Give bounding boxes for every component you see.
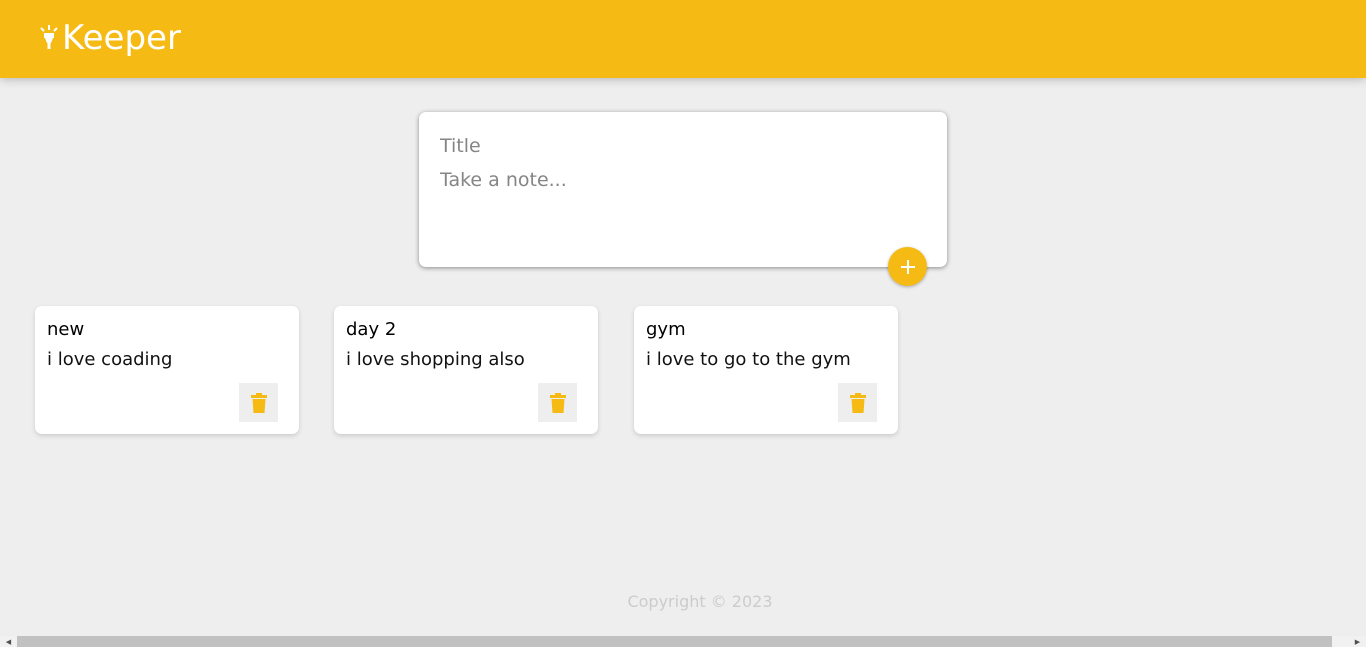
scrollbar-thumb[interactable]	[17, 636, 1332, 647]
highlight-lamp-icon	[40, 25, 58, 49]
note-content: i love shopping also	[346, 349, 525, 370]
note-content: i love to go to the gym	[646, 349, 851, 370]
note-content: i love coading	[47, 349, 173, 370]
delete-note-button[interactable]	[838, 383, 877, 422]
note-card: new i love coading	[35, 306, 299, 434]
scroll-left-arrow-icon[interactable]: ◀	[0, 636, 17, 647]
page-footer: Copyright © 2023	[0, 592, 1366, 611]
delete-note-button[interactable]	[239, 383, 278, 422]
delete-note-button[interactable]	[538, 383, 577, 422]
scroll-right-arrow-icon[interactable]: ▶	[1349, 636, 1366, 647]
trash-icon	[849, 392, 866, 413]
plus-icon	[900, 259, 915, 274]
add-note-button[interactable]	[888, 247, 927, 286]
trash-icon	[549, 392, 566, 413]
note-card: day 2 i love shopping also	[334, 306, 598, 434]
brand-logo: Keeper	[38, 19, 181, 57]
copyright-text: Copyright © 2023	[627, 592, 773, 611]
horizontal-scrollbar[interactable]: ◀ ▶	[0, 636, 1366, 647]
note-title: day 2	[346, 319, 397, 340]
note-card: gym i love to go to the gym	[634, 306, 898, 434]
note-title: gym	[646, 319, 686, 340]
note-content-input[interactable]	[440, 167, 926, 227]
note-title-input[interactable]	[440, 133, 926, 159]
trash-icon	[250, 392, 267, 413]
brand-name: Keeper	[62, 18, 181, 58]
note-title: new	[47, 319, 85, 340]
create-note-form	[419, 112, 947, 267]
app-header: Keeper	[0, 0, 1366, 78]
